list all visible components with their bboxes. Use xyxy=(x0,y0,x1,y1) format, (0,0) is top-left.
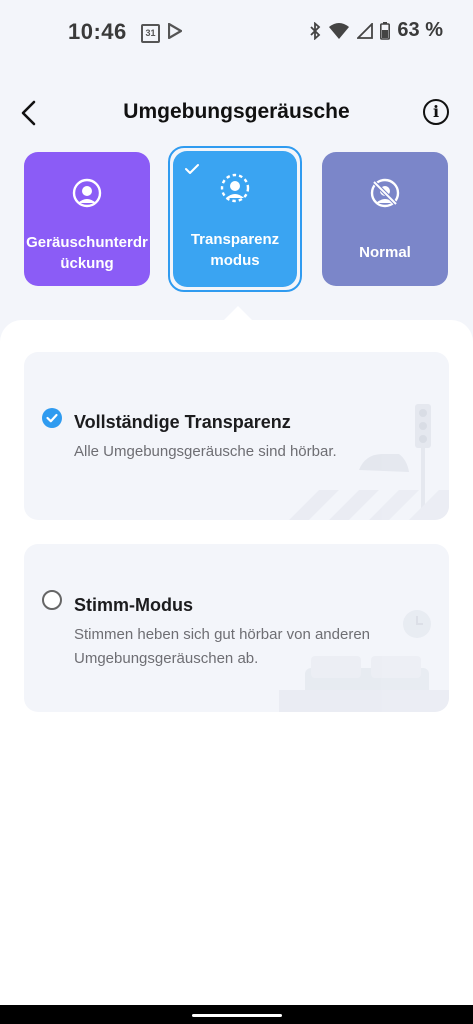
navigation-bar xyxy=(0,1005,473,1024)
mode-card-transparency[interactable]: Transparenz modus xyxy=(173,151,297,287)
mode-label-noise-cancelling: Geräuschunterdr ückung xyxy=(26,234,148,272)
panel-pointer xyxy=(223,306,253,321)
app-header: Umgebungsgeräusche i xyxy=(0,90,473,136)
info-icon: i xyxy=(432,102,440,121)
radio-unselected[interactable] xyxy=(42,590,62,610)
battery-icon xyxy=(380,21,391,40)
mode-card-normal[interactable]: Normal xyxy=(322,152,448,286)
check-icon xyxy=(185,164,199,174)
play-store-icon xyxy=(168,23,182,39)
status-bar: 10:46 31 63 % xyxy=(0,0,473,64)
bluetooth-icon xyxy=(310,21,321,40)
normal-off-icon xyxy=(370,178,400,208)
noise-cancel-icon xyxy=(72,178,102,208)
page-title: Umgebungsgeräusche xyxy=(123,100,350,123)
mode-card-noise-cancelling[interactable]: Geräuschunterdr ückung xyxy=(24,152,150,286)
option-title: Stimm-Modus xyxy=(74,595,193,615)
check-icon xyxy=(46,413,58,423)
mode-label-transparency: Transparenz modus xyxy=(190,231,280,269)
info-button[interactable]: i xyxy=(423,99,449,125)
transparency-icon xyxy=(220,173,250,203)
battery-percent: 63 % xyxy=(397,19,443,41)
option-voice-mode[interactable]: Stimm-Modus Stimmen heben sich gut hörba… xyxy=(24,544,449,712)
mode-label-normal: Normal xyxy=(359,244,411,261)
home-gesture-handle[interactable] xyxy=(192,1014,282,1017)
cell-signal-icon xyxy=(357,22,374,39)
calendar-icon: 31 xyxy=(141,24,160,43)
option-full-transparency[interactable]: Vollständige Transparenz Alle Umgebungsg… xyxy=(24,352,449,520)
radio-selected[interactable] xyxy=(42,408,62,428)
option-description: Stimmen heben sich gut hörbar von andere… xyxy=(74,626,371,667)
option-title: Vollständige Transparenz xyxy=(74,412,291,432)
option-description: Alle Umgebungsgeräusche sind hörbar. xyxy=(74,443,337,460)
status-time: 10:46 xyxy=(68,19,127,44)
wifi-icon xyxy=(329,22,350,39)
